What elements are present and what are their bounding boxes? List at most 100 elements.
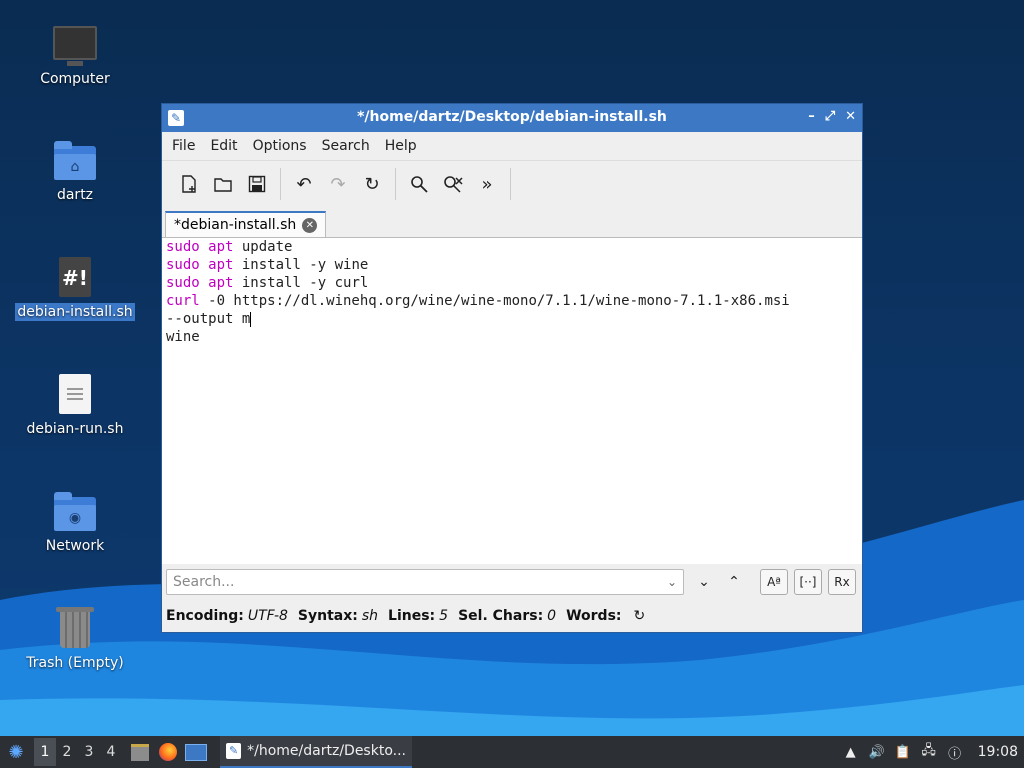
syntax-value: sh (361, 608, 379, 624)
script-file-icon: #! (59, 257, 91, 297)
editor-line: wine (166, 329, 200, 345)
menu-file[interactable]: File (172, 138, 204, 154)
menu-search[interactable]: Search (322, 138, 379, 154)
menu-options[interactable]: Options (253, 138, 316, 154)
lines-label: Lines: (388, 608, 436, 624)
window-titlebar[interactable]: ✎ */home/dartz/Desktop/debian-install.sh… (162, 104, 862, 132)
desktop-icon-label: Trash (Empty) (26, 655, 124, 671)
editor-line: sudo apt update (166, 239, 293, 255)
save-icon (248, 175, 266, 193)
new-file-icon (182, 175, 196, 193)
undo-button[interactable]: ↶ (287, 167, 321, 201)
file-manager-launcher[interactable] (128, 743, 152, 761)
chevron-down-icon: ⌄ (698, 574, 710, 590)
tab-close-icon[interactable]: ✕ (302, 217, 318, 233)
find-button[interactable] (402, 167, 436, 201)
open-folder-icon (214, 178, 232, 192)
computer-icon (53, 26, 97, 66)
taskbar-app-editor[interactable]: ✎ */home/dartz/Deskto... (220, 736, 412, 768)
workspace-3[interactable]: 3 (78, 738, 100, 766)
undo-icon: ↶ (296, 173, 312, 195)
tab-bar: *debian-install.sh ✕ (162, 207, 862, 238)
desktop-icon (185, 743, 207, 761)
editor-line: curl -0 https://dl.winehq.org/wine/wine-… (166, 293, 790, 309)
chevron-up-icon: ⌃ (728, 574, 740, 590)
redo-icon: ↷ (330, 173, 346, 195)
desktop-icon-label: debian-install.sh (15, 303, 135, 321)
app-feather-icon: ✎ (226, 743, 242, 759)
menu-help[interactable]: Help (385, 138, 426, 154)
editor-line: sudo apt install -y wine (166, 257, 369, 273)
search-icon (411, 176, 428, 193)
reload-icon: ↻ (364, 173, 380, 195)
workspace-4[interactable]: 4 (100, 738, 122, 766)
desktop-icon-computer[interactable]: Computer (15, 22, 135, 88)
workspace-1[interactable]: 1 (34, 738, 56, 766)
find-previous-button[interactable]: ⌃ (720, 569, 748, 595)
show-desktop-button[interactable] (184, 743, 208, 761)
volume-icon[interactable]: 🔊 (868, 743, 886, 761)
desktop-icon-label: dartz (56, 187, 94, 203)
search-bar: Search... ⌄ ⌄ ⌃ Aª [··] Rx (162, 564, 862, 602)
close-button[interactable]: ✕ (845, 109, 856, 124)
reload-button[interactable]: ↻ (355, 167, 389, 201)
minimize-button[interactable]: – (808, 109, 815, 124)
save-button[interactable] (240, 167, 274, 201)
match-case-button[interactable]: Aª (760, 569, 788, 595)
refresh-words-icon[interactable]: ↻ (634, 608, 646, 624)
network-icon[interactable]: 🖧 (920, 743, 938, 761)
chevron-down-icon[interactable]: ⌄ (667, 570, 677, 594)
desktop-icon-label: Network (45, 538, 105, 554)
status-bar: Encoding: UTF-8 Syntax: sh Lines: 5 Sel. Ch… (162, 602, 866, 630)
encoding-label: Encoding: (166, 608, 244, 624)
syntax-label: Syntax: (297, 608, 358, 624)
tab-debian-install[interactable]: *debian-install.sh ✕ (165, 211, 327, 237)
clock[interactable]: 19:08 (978, 744, 1018, 760)
sel-chars-value: 0 (547, 608, 557, 624)
toolbar-separator (510, 168, 511, 200)
redo-button[interactable]: ↷ (321, 167, 355, 201)
desktop-icon-trash[interactable]: Trash (Empty) (15, 606, 135, 672)
text-caret (250, 311, 252, 327)
maximize-button[interactable]: ⤢ (825, 109, 835, 124)
toolbar-separator (280, 168, 281, 200)
replace-button[interactable] (436, 167, 470, 201)
desktop-icon-label: Computer (40, 71, 110, 87)
home-folder-icon: ⌂ (54, 141, 96, 180)
regex-button[interactable]: Rx (828, 569, 856, 595)
system-tray: ▲ 🔊 📋 🖧 ⓘ 19:08 (842, 743, 1024, 762)
find-next-button[interactable]: ⌄ (690, 569, 718, 595)
firefox-launcher[interactable] (156, 743, 180, 761)
toolbar-separator (395, 168, 396, 200)
clipboard-icon[interactable]: 📋 (894, 743, 912, 761)
network-folder-icon: ◉ (54, 492, 96, 531)
sel-chars-label: Sel. Chars: (458, 608, 544, 624)
window-title: */home/dartz/Desktop/debian-install.sh (357, 109, 667, 125)
file-manager-icon (131, 743, 149, 761)
toolbar: ↶ ↷ ↻ » (162, 160, 862, 207)
menu-edit[interactable]: Edit (210, 138, 246, 154)
editor-line: --output m (166, 311, 252, 327)
menu-bar: File Edit Options Search Help (162, 132, 862, 160)
editor-line: sudo apt install -y curl (166, 275, 369, 291)
whole-word-button[interactable]: [··] (794, 569, 822, 595)
desktop-icon-home-folder[interactable]: ⌂ dartz (15, 138, 135, 204)
search-input[interactable]: Search... ⌄ (166, 569, 684, 595)
open-file-button[interactable] (206, 167, 240, 201)
desktop-icon-network[interactable]: ◉ Network (15, 489, 135, 555)
clipboard-tray-icon[interactable]: ▲ (842, 743, 860, 761)
encoding-value: UTF-8 (247, 608, 288, 624)
taskbar: ✺ 1 2 3 4 ✎ */home/dartz/Deskto... ▲ 🔊 📋… (0, 736, 1024, 768)
go-to-line-button[interactable]: » (470, 167, 504, 201)
text-editor[interactable]: sudo apt update sudo apt install -y wine… (162, 238, 862, 564)
updates-icon[interactable]: ⓘ (946, 743, 964, 762)
desktop-icon-debian-run[interactable]: debian-run.sh (15, 372, 135, 438)
desktop-icon-debian-install[interactable]: #! debian-install.sh (15, 255, 135, 321)
lines-value: 5 (439, 608, 449, 624)
workspace-2[interactable]: 2 (56, 738, 78, 766)
new-file-button[interactable] (172, 167, 206, 201)
tab-label: *debian-install.sh (174, 217, 297, 233)
firefox-icon (159, 743, 177, 761)
start-menu-icon[interactable]: ✺ (2, 738, 30, 766)
find-replace-icon (444, 176, 463, 193)
